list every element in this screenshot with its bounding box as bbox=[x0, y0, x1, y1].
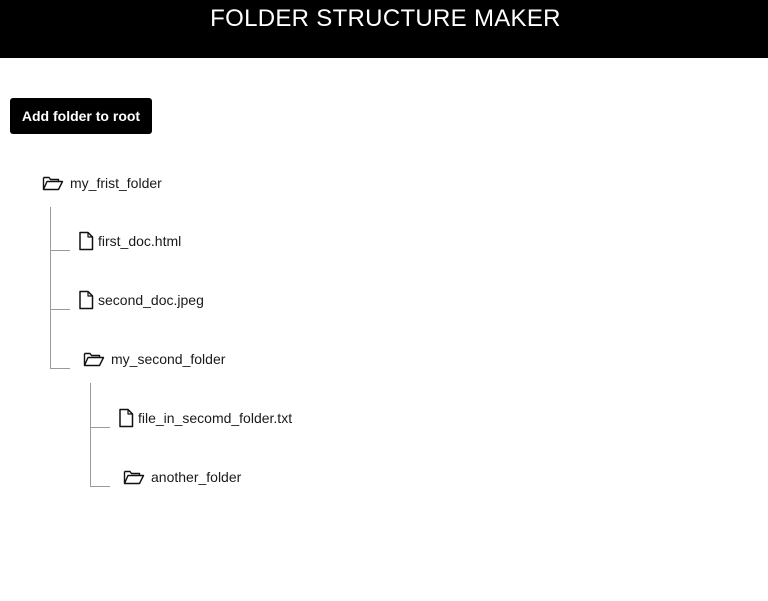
tree-connector-horizontal bbox=[50, 368, 70, 369]
file-icon bbox=[78, 231, 94, 251]
tree-connector-vertical bbox=[90, 383, 91, 486]
folder-open-icon bbox=[42, 173, 64, 193]
tree-folder-item[interactable]: my_frist_folder bbox=[42, 171, 162, 195]
tree-file-item[interactable]: file_in_secomd_folder.txt bbox=[118, 406, 292, 430]
tree-folder-item[interactable]: another_folder bbox=[123, 465, 241, 489]
page-title: FOLDER STRUCTURE MAKER bbox=[210, 5, 561, 32]
tree-connector-vertical bbox=[50, 207, 51, 368]
tree-connector-horizontal bbox=[50, 250, 70, 251]
add-folder-to-root-button[interactable]: Add folder to root bbox=[10, 98, 152, 134]
folder-open-icon bbox=[123, 467, 145, 487]
tree-file-item[interactable]: first_doc.html bbox=[78, 229, 181, 253]
tree-folder-item[interactable]: my_second_folder bbox=[83, 347, 225, 371]
tree-item-label: another_folder bbox=[151, 469, 242, 485]
file-icon bbox=[118, 408, 134, 428]
tree-item-label: first_doc.html bbox=[98, 233, 182, 249]
tree-connector-horizontal bbox=[50, 309, 70, 310]
tree-connector-horizontal bbox=[90, 427, 110, 428]
tree-item-label: second_doc.jpeg bbox=[98, 292, 204, 308]
folder-open-icon bbox=[83, 349, 105, 369]
tree-connector-horizontal bbox=[90, 486, 110, 487]
tree-item-label: my_second_folder bbox=[111, 351, 226, 367]
file-icon bbox=[78, 290, 94, 310]
tree-item-label: file_in_secomd_folder.txt bbox=[138, 410, 293, 426]
tree-item-label: my_frist_folder bbox=[70, 175, 162, 191]
app-header: FOLDER STRUCTURE MAKER bbox=[0, 0, 768, 58]
tree-file-item[interactable]: second_doc.jpeg bbox=[78, 288, 204, 312]
